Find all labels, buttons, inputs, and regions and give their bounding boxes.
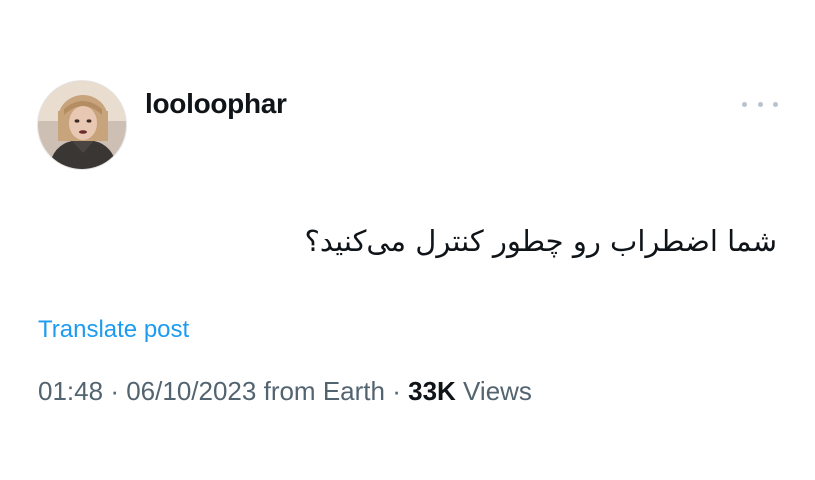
meta-separator: ·	[110, 376, 119, 406]
post-meta: 01:48 · 06/10/2023 from Earth · 33K View…	[38, 376, 532, 407]
profile-photo-icon	[38, 81, 126, 169]
more-options-button[interactable]	[742, 94, 778, 114]
views-label: Views	[463, 376, 532, 406]
ellipsis-icon	[757, 101, 763, 107]
views-count[interactable]: 33K	[408, 376, 456, 406]
post-text: شما اضطراب رو چطور کنترل می‌کنید؟	[304, 224, 777, 258]
username[interactable]: looloophar	[145, 88, 287, 120]
post-source: from Earth	[263, 376, 385, 406]
ellipsis-icon	[773, 101, 778, 107]
avatar[interactable]	[37, 80, 127, 170]
post-date[interactable]: 06/10/2023	[126, 376, 256, 406]
ellipsis-icon	[742, 101, 747, 107]
post-time[interactable]: 01:48	[38, 376, 103, 406]
translate-post-link[interactable]: Translate post	[38, 316, 189, 344]
post-card: looloophar شما اضطراب رو چطور کنترل می‌ک…	[0, 0, 815, 480]
meta-separator: ·	[392, 376, 401, 406]
